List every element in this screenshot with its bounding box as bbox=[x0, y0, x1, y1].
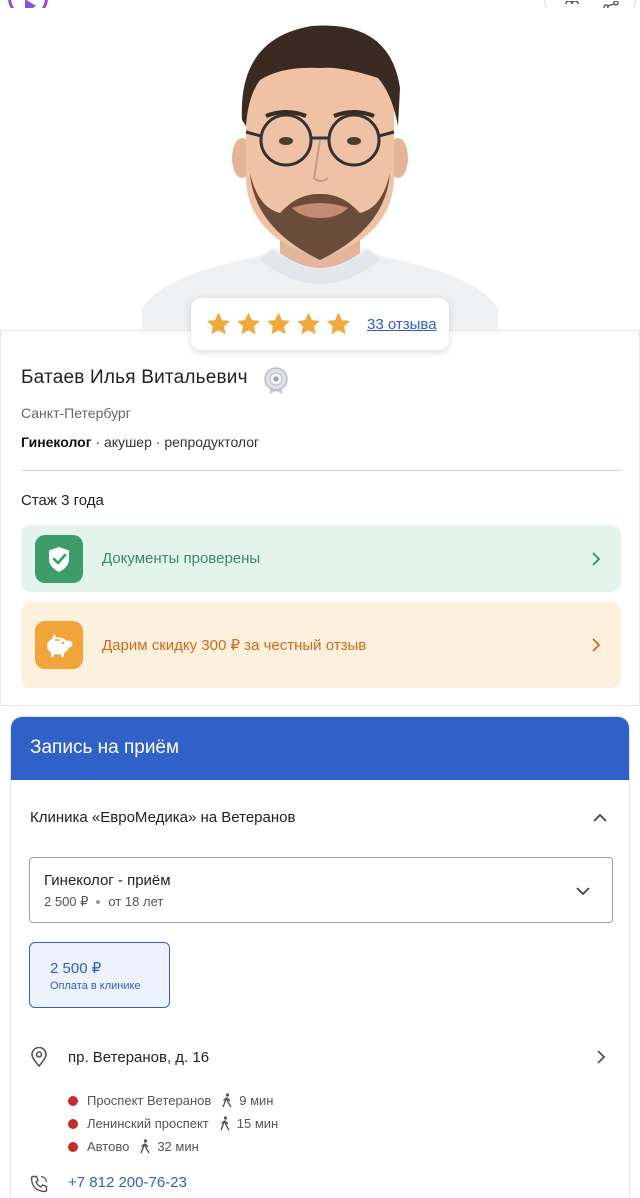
award-icon[interactable] bbox=[263, 367, 289, 395]
walk-icon bbox=[222, 1093, 232, 1108]
star-icon bbox=[297, 312, 320, 335]
specialty-main: Гинеколог bbox=[21, 434, 92, 450]
documents-verified-label: Документы проверены bbox=[102, 550, 261, 567]
chevron-up-icon[interactable] bbox=[593, 813, 607, 823]
doctor-specialties: Гинеколог · акушер · репродуктолог bbox=[21, 434, 259, 450]
price-amount: 2 500 ₽ bbox=[50, 960, 102, 977]
metro-line-dot bbox=[68, 1118, 78, 1129]
walk-icon bbox=[220, 1116, 230, 1131]
service-age: от 18 лет bbox=[108, 894, 164, 909]
metro-list: Проспект Ветеранов 9 мин Ленинский просп… bbox=[68, 1089, 278, 1158]
metro-station-name: Ленинский проспект bbox=[87, 1116, 209, 1131]
reviews-link[interactable]: 33 отзыва bbox=[367, 316, 437, 333]
metro-line-dot bbox=[68, 1141, 78, 1152]
doctor-photo bbox=[142, 25, 498, 330]
review-discount-label: Дарим скидку 300 ₽ за честный отзыв bbox=[102, 637, 367, 654]
map-pin-icon bbox=[31, 1047, 47, 1067]
piggy-bank-icon bbox=[35, 621, 83, 669]
specialty-rest: · акушер · репродуктолог bbox=[91, 434, 260, 450]
booking-card: Запись на приём Клиника «ЕвроМедика» на … bbox=[10, 716, 630, 1198]
walk-icon bbox=[140, 1139, 150, 1154]
separator-dot bbox=[96, 900, 101, 904]
booking-title: Запись на приём bbox=[30, 737, 180, 758]
address-row[interactable]: пр. Ветеранов, д. 16 bbox=[11, 1037, 629, 1077]
chevron-right-icon bbox=[592, 551, 601, 566]
service-price: 2 500 ₽ bbox=[44, 894, 89, 909]
clinic-address: пр. Ветеранов, д. 16 bbox=[68, 1049, 210, 1066]
star-icon bbox=[267, 312, 290, 335]
doctor-experience: Стаж 3 года bbox=[21, 492, 104, 509]
star-icon bbox=[327, 312, 350, 335]
doctor-profile-card: Батаев Илья Витальевич Санкт-Петербург Г… bbox=[0, 330, 640, 706]
service-meta: 2 500 ₽ от 18 лет bbox=[44, 894, 163, 910]
doctor-name: Батаев Илья Витальевич bbox=[21, 367, 248, 388]
service-name: Гинеколог - приём bbox=[44, 872, 171, 889]
clinic-name[interactable]: Клиника «ЕвроМедика» на Ветеранов bbox=[30, 809, 295, 826]
metro-walk-time: 15 мин bbox=[236, 1116, 279, 1131]
metro-station-name: Автово bbox=[87, 1139, 130, 1154]
shield-check-icon bbox=[35, 534, 83, 583]
chevron-down-icon bbox=[576, 887, 590, 896]
chevron-right-icon bbox=[592, 638, 601, 652]
doctor-photo-area bbox=[0, 8, 640, 330]
metro-station-name: Проспект Ветеранов bbox=[87, 1093, 212, 1108]
doctor-city: Санкт-Петербург bbox=[21, 405, 131, 421]
clinic-phone[interactable]: +7 812 200-76-23 bbox=[68, 1174, 187, 1191]
metro-station: Автово 32 мин bbox=[68, 1135, 278, 1158]
booking-header: Запись на приём bbox=[11, 717, 629, 780]
star-icon bbox=[237, 312, 260, 335]
payment-note: Оплата в клинике bbox=[50, 980, 141, 992]
metro-station: Проспект Ветеранов 9 мин bbox=[68, 1089, 278, 1112]
phone-icon bbox=[30, 1175, 48, 1193]
review-discount-banner[interactable]: Дарим скидку 300 ₽ за честный отзыв bbox=[21, 602, 621, 688]
metro-walk-time: 9 мин bbox=[239, 1093, 274, 1108]
documents-verified-banner[interactable]: Документы проверены bbox=[21, 525, 621, 592]
divider bbox=[21, 470, 621, 471]
metro-line-dot bbox=[68, 1095, 78, 1106]
metro-station: Ленинский проспект 15 мин bbox=[68, 1112, 278, 1135]
price-option-chip[interactable]: 2 500 ₽ Оплата в клинике bbox=[29, 942, 170, 1008]
phone-row[interactable]: +7 812 200-76-23 bbox=[11, 1169, 629, 1197]
star-icon bbox=[207, 312, 230, 335]
chevron-right-icon bbox=[597, 1050, 606, 1064]
rating-pill: 33 отзыва bbox=[191, 298, 449, 350]
metro-walk-time: 32 мин bbox=[157, 1139, 199, 1154]
service-select[interactable]: Гинеколог - приём 2 500 ₽ от 18 лет bbox=[29, 857, 613, 923]
